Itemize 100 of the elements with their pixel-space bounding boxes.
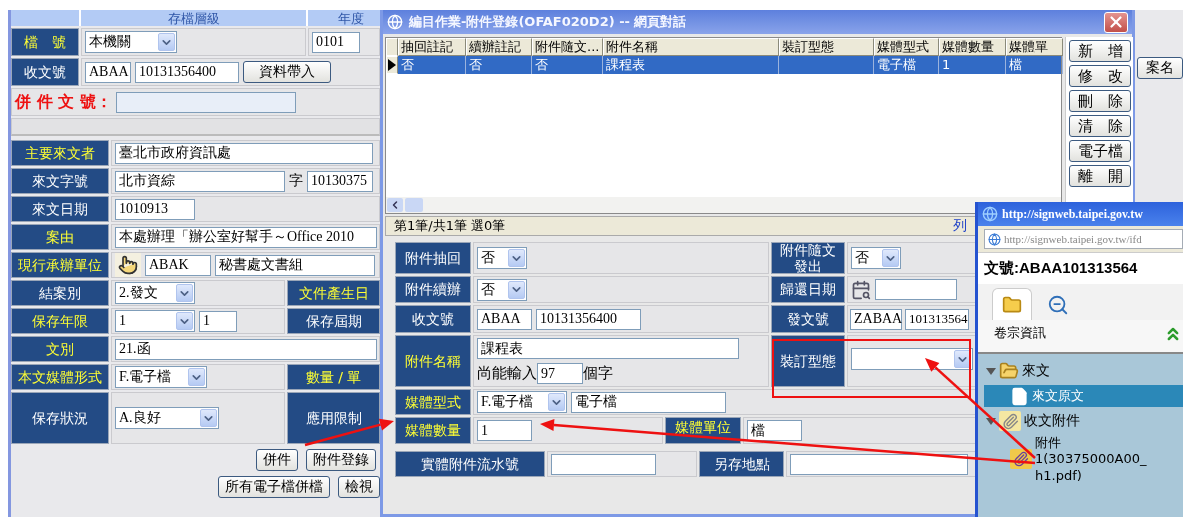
action-button[interactable]: 刪 除: [1069, 90, 1131, 112]
select-field[interactable]: 1: [115, 310, 195, 332]
tree-item[interactable]: 來文: [984, 360, 1183, 382]
action-button[interactable]: 附件登錄: [306, 449, 376, 471]
field-label: 文件產生日: [287, 280, 380, 306]
scroll-thumb[interactable]: [405, 198, 423, 212]
select-field[interactable]: 否: [477, 278, 527, 301]
action-button[interactable]: 併件: [256, 449, 298, 471]
column-header[interactable]: 抽回註記: [398, 38, 466, 56]
column-header[interactable]: 裝訂型態: [779, 38, 874, 56]
tree-item[interactable]: 收文附件: [984, 410, 1183, 432]
field-label: 併 件 文 號：: [15, 91, 112, 113]
text-field[interactable]: [115, 91, 296, 113]
text-field[interactable]: 臺北市政府資訊處: [115, 142, 373, 164]
tree-item[interactable]: 來文原文: [984, 385, 1183, 407]
browser-icon: [988, 232, 1001, 246]
case-name-button[interactable]: 案名: [1137, 57, 1183, 79]
text-field[interactable]: 10131356400: [135, 61, 239, 83]
tab[interactable]: [992, 288, 1032, 320]
address-field[interactable]: http://signweb.taipei.gov.tw/ifd: [984, 229, 1183, 249]
field-label: 裝訂型態: [771, 335, 845, 387]
text-field[interactable]: ABAK: [145, 254, 211, 276]
select-field[interactable]: [851, 348, 973, 370]
text-field[interactable]: [551, 453, 656, 475]
select-field[interactable]: 否: [851, 247, 901, 269]
column-header[interactable]: 媒體型式: [874, 38, 939, 56]
select-field[interactable]: F.電子檔: [477, 391, 567, 413]
column-header[interactable]: 附件隨文...: [532, 38, 603, 56]
text-field[interactable]: 電子檔: [571, 391, 726, 413]
select-field[interactable]: 否: [477, 247, 527, 269]
text-field[interactable]: 北市資綜: [115, 170, 285, 192]
text-field[interactable]: ZABAA: [850, 308, 902, 330]
select-field[interactable]: A.良好: [115, 407, 219, 429]
table-row[interactable]: 否 否 否 課程表 電子檔 1 檔: [386, 56, 1061, 74]
table-cell: 否: [532, 56, 603, 74]
hand-pointer-icon[interactable]: [115, 253, 141, 277]
text-field[interactable]: 1: [199, 310, 237, 332]
text-field[interactable]: 10131356400: [536, 308, 641, 330]
close-icon: [1107, 13, 1125, 31]
text-field[interactable]: ABAA: [477, 308, 532, 330]
column-header[interactable]: 媒體數量: [939, 38, 1006, 56]
text-field[interactable]: 秘書處文書組: [215, 254, 375, 276]
text-field[interactable]: 97: [537, 363, 583, 384]
remaining-text: 尚能輸入: [477, 364, 537, 383]
text-field[interactable]: 1: [477, 420, 532, 441]
column-header[interactable]: 媒體單: [1006, 38, 1063, 56]
field-label: 應用限制: [287, 392, 380, 444]
table-cell: 課程表: [603, 56, 779, 74]
field-label: 來文字號: [11, 168, 109, 194]
close-button[interactable]: [1104, 11, 1128, 33]
table-cell: 檔: [1006, 56, 1063, 74]
text-field[interactable]: 檔: [747, 420, 802, 441]
field-label: 發文號: [771, 305, 845, 333]
column-header: [11, 10, 79, 26]
zoom-out-icon: [1047, 293, 1069, 316]
field-label: 保存屆期: [287, 308, 380, 334]
expand-caret-icon[interactable]: [986, 366, 996, 376]
action-button[interactable]: 檢視: [338, 476, 380, 498]
field-label: 案由: [11, 224, 109, 250]
action-button[interactable]: 修 改: [1069, 65, 1131, 87]
table-cell: 否: [398, 56, 466, 74]
text-field[interactable]: 課程表: [477, 338, 739, 359]
table-cell: 1: [939, 56, 1006, 74]
text-field[interactable]: ABAA: [85, 61, 131, 83]
field-label: 檔 號: [11, 28, 79, 56]
column-header: 年度: [308, 10, 380, 26]
text-field[interactable]: 10130375: [307, 170, 373, 192]
text-field[interactable]: [790, 453, 968, 475]
load-data-button[interactable]: 資料帶入: [243, 61, 331, 83]
document-icon: [1010, 386, 1029, 406]
text-field[interactable]: 本處辦理「辦公室好幫手～Office 2010: [115, 226, 377, 248]
window-title: http://signweb.taipei.gov.tw: [1002, 206, 1143, 222]
column-header[interactable]: 續辦註記: [466, 38, 532, 56]
action-button[interactable]: 清 除: [1069, 115, 1131, 137]
action-button[interactable]: 離 開: [1069, 165, 1131, 187]
record-count-text: 第1筆/共1筆 選0筆: [394, 217, 506, 235]
select-field[interactable]: F.電子檔: [115, 366, 207, 388]
field-label: 另存地點: [699, 451, 784, 477]
select-field[interactable]: 2.發文: [115, 282, 195, 304]
field-label: 來文日期: [11, 196, 109, 222]
text-field[interactable]: 0101: [312, 31, 360, 53]
field-label: 附件隨文發出: [771, 242, 845, 274]
field-label: 主要來文者: [11, 140, 109, 166]
action-button[interactable]: 所有電子檔併檔: [218, 476, 330, 498]
calendar-icon[interactable]: [851, 279, 871, 300]
browser-icon: [982, 206, 998, 222]
text-field[interactable]: 21.函: [115, 338, 377, 360]
field-label: 附件名稱: [395, 335, 471, 387]
field-label: 媒體型式: [395, 389, 471, 415]
field-label: 實體附件流水號: [395, 451, 545, 477]
text-field[interactable]: 1010913: [115, 198, 195, 220]
tree-item[interactable]: 附件 1(30375000A00_ h1.pdf): [984, 435, 1183, 484]
text-field[interactable]: [875, 279, 957, 300]
action-button[interactable]: 電子檔: [1069, 140, 1131, 162]
column-header[interactable]: 附件名稱: [603, 38, 779, 56]
text-field[interactable]: 101313564: [905, 308, 969, 330]
section-title: 卷宗資訊: [994, 324, 1046, 342]
print-link[interactable]: 列: [953, 217, 967, 235]
action-button[interactable]: 新 增: [1069, 40, 1131, 62]
select-field[interactable]: 本機關: [85, 31, 177, 53]
